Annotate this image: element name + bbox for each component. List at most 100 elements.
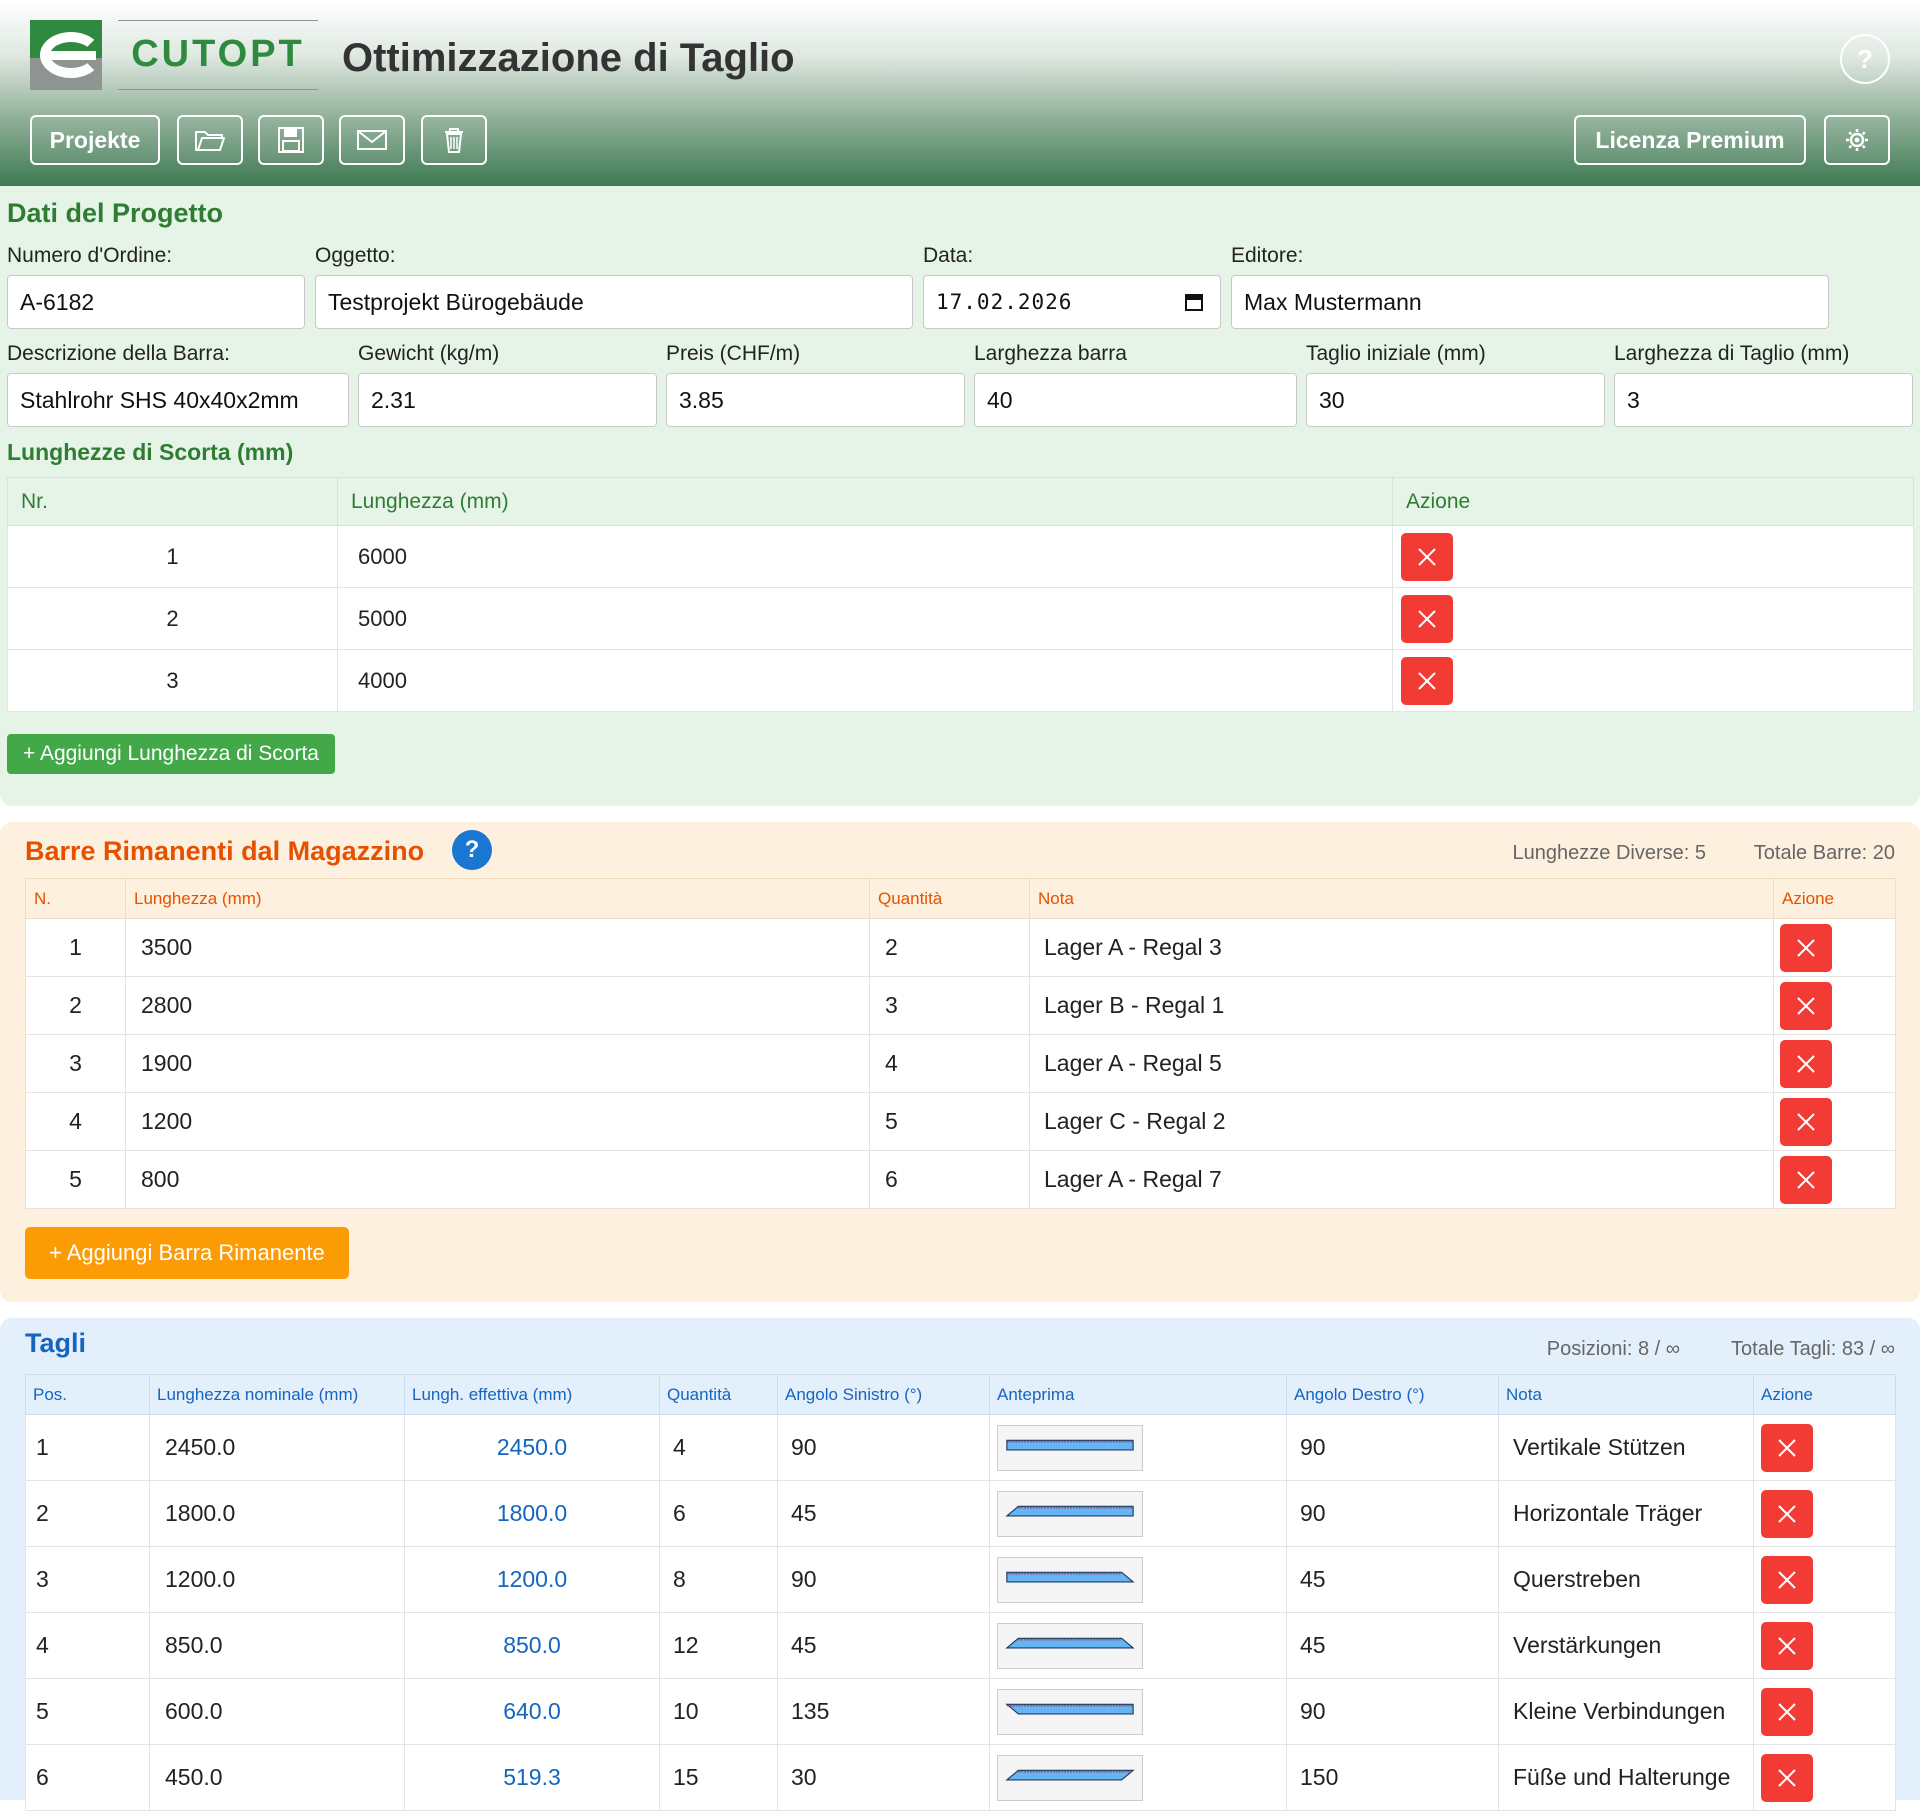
cut-left-angle-input[interactable]: 45	[777, 1612, 990, 1679]
stock-length-input[interactable]: 5000	[337, 587, 1393, 650]
cut-note-input[interactable]: Querstreben	[1498, 1546, 1754, 1613]
remnant-length-input[interactable]: 800	[125, 1150, 870, 1209]
object-input[interactable]: Testprojekt Bürogebäude	[315, 275, 913, 329]
cut-nominal-length-input[interactable]: 450.0	[149, 1744, 405, 1811]
delete-button[interactable]	[1761, 1687, 1813, 1736]
projects-button[interactable]: Projekte	[30, 115, 160, 165]
remnants-help-icon[interactable]: ?	[452, 830, 492, 870]
delete-button[interactable]	[1780, 1155, 1832, 1204]
help-button[interactable]: ?	[1840, 34, 1890, 84]
remnant-note-input[interactable]: Lager A - Regal 5	[1029, 1034, 1774, 1093]
cut-right-angle-input[interactable]: 90	[1286, 1480, 1499, 1547]
cut-quantity-input[interactable]: 4	[659, 1414, 778, 1481]
column-header: Azione	[1753, 1374, 1896, 1415]
cut-note-input[interactable]: Kleine Verbindungen	[1498, 1678, 1754, 1745]
cut-right-angle-input[interactable]: 90	[1286, 1678, 1499, 1745]
cut-position: 4	[25, 1612, 150, 1679]
cut-left-angle-input[interactable]: 45	[777, 1480, 990, 1547]
remnant-quantity-input[interactable]: 5	[869, 1092, 1030, 1151]
cut-right-angle-input[interactable]: 45	[1286, 1546, 1499, 1613]
open-button[interactable]	[177, 115, 243, 165]
cut-note-input[interactable]: Horizontale Träger	[1498, 1480, 1754, 1547]
cut-left-angle-input[interactable]: 90	[777, 1414, 990, 1481]
save-button[interactable]	[258, 115, 324, 165]
remnant-note-input[interactable]: Lager A - Regal 3	[1029, 918, 1774, 977]
stock-length-input[interactable]: 6000	[337, 525, 1393, 588]
cut-left-angle-input[interactable]: 135	[777, 1678, 990, 1745]
remnant-quantity-input[interactable]: 6	[869, 1150, 1030, 1209]
cut-nominal-length-input[interactable]: 1200.0	[149, 1546, 405, 1613]
table-row: 6 450.0 519.3 15 30 150 Füße und Halterunge	[25, 1744, 1896, 1811]
remnant-quantity-input[interactable]: 2	[869, 918, 1030, 977]
remnant-note-input[interactable]: Lager B - Regal 1	[1029, 976, 1774, 1035]
remnant-note-input[interactable]: Lager C - Regal 2	[1029, 1092, 1774, 1151]
delete-button[interactable]	[1401, 656, 1453, 705]
cut-left-angle-input[interactable]: 30	[777, 1744, 990, 1811]
settings-button[interactable]	[1824, 115, 1890, 165]
remnant-length-input[interactable]: 2800	[125, 976, 870, 1035]
cuts-title: Tagli	[25, 1328, 87, 1358]
bar-width-input[interactable]: 40	[974, 373, 1297, 427]
bar-description-input[interactable]: Stahlrohr SHS 40x40x2mm	[7, 373, 349, 427]
column-header: Pos.	[25, 1374, 150, 1415]
delete-button[interactable]	[1761, 1423, 1813, 1472]
delete-button[interactable]	[1780, 1039, 1832, 1088]
cut-note-input[interactable]: Füße und Halterunge	[1498, 1744, 1754, 1811]
table-row: 2 5000	[7, 587, 1914, 650]
kerf-input[interactable]: 3	[1614, 373, 1913, 427]
email-button[interactable]	[339, 115, 405, 165]
bar-description-label: Descrizione della Barra:	[7, 342, 230, 365]
cut-right-angle-input[interactable]: 90	[1286, 1414, 1499, 1481]
delete-button[interactable]	[1401, 594, 1453, 643]
cut-note-input[interactable]: Verstärkungen	[1498, 1612, 1754, 1679]
editor-input[interactable]: Max Mustermann	[1231, 275, 1829, 329]
remnant-length-input[interactable]: 1200	[125, 1092, 870, 1151]
add-stock-length-button[interactable]: + Aggiungi Lunghezza di Scorta	[7, 734, 335, 774]
calendar-icon[interactable]	[1184, 292, 1204, 312]
cut-quantity-input[interactable]: 15	[659, 1744, 778, 1811]
weight-input[interactable]: 2.31	[358, 373, 657, 427]
remnants-table: N. Lunghezza (mm) Quantità Nota Azione 1…	[25, 878, 1896, 1209]
price-input[interactable]: 3.85	[666, 373, 965, 427]
cut-note-input[interactable]: Vertikale Stützen	[1498, 1414, 1754, 1481]
cut-right-angle-input[interactable]: 150	[1286, 1744, 1499, 1811]
cut-nominal-length-input[interactable]: 1800.0	[149, 1480, 405, 1547]
add-remnant-button[interactable]: + Aggiungi Barra Rimanente	[25, 1227, 349, 1279]
delete-button[interactable]	[1761, 1489, 1813, 1538]
remnant-note-input[interactable]: Lager A - Regal 7	[1029, 1150, 1774, 1209]
remnant-quantity-input[interactable]: 3	[869, 976, 1030, 1035]
cut-quantity-input[interactable]: 8	[659, 1546, 778, 1613]
table-row: 3 4000	[7, 649, 1914, 712]
cut-right-angle-input[interactable]: 45	[1286, 1612, 1499, 1679]
cut-nominal-length-input[interactable]: 850.0	[149, 1612, 405, 1679]
column-header: Lunghezza (mm)	[337, 477, 1393, 526]
delete-button[interactable]	[1780, 1097, 1832, 1146]
remnant-length-input[interactable]: 3500	[125, 918, 870, 977]
cut-nominal-length-input[interactable]: 2450.0	[149, 1414, 405, 1481]
delete-project-button[interactable]	[421, 115, 487, 165]
app-title: Ottimizzazione di Taglio	[342, 36, 795, 80]
table-header-row: Nr. Lunghezza (mm) Azione	[7, 477, 1914, 526]
remnant-length-input[interactable]: 1900	[125, 1034, 870, 1093]
cut-nominal-length-input[interactable]: 600.0	[149, 1678, 405, 1745]
delete-button[interactable]	[1780, 981, 1832, 1030]
delete-button[interactable]	[1761, 1753, 1813, 1802]
date-input[interactable]: 17.02.2026	[923, 275, 1221, 329]
cut-quantity-input[interactable]: 6	[659, 1480, 778, 1547]
order-number-input[interactable]: A-6182	[7, 275, 305, 329]
delete-button[interactable]	[1780, 923, 1832, 972]
initial-cut-input[interactable]: 30	[1306, 373, 1605, 427]
delete-button[interactable]	[1761, 1555, 1813, 1604]
cut-quantity-input[interactable]: 10	[659, 1678, 778, 1745]
table-row: 1 3500 2 Lager A - Regal 3	[25, 918, 1896, 977]
delete-button[interactable]	[1401, 532, 1453, 581]
stock-length-input[interactable]: 4000	[337, 649, 1393, 712]
cut-quantity-input[interactable]: 12	[659, 1612, 778, 1679]
delete-button[interactable]	[1761, 1621, 1813, 1670]
kerf-label: Larghezza di Taglio (mm)	[1614, 342, 1850, 365]
column-header: N.	[25, 878, 126, 919]
column-header: Nota	[1498, 1374, 1754, 1415]
remnant-quantity-input[interactable]: 4	[869, 1034, 1030, 1093]
premium-license-button[interactable]: Licenza Premium	[1574, 115, 1806, 165]
cut-left-angle-input[interactable]: 90	[777, 1546, 990, 1613]
